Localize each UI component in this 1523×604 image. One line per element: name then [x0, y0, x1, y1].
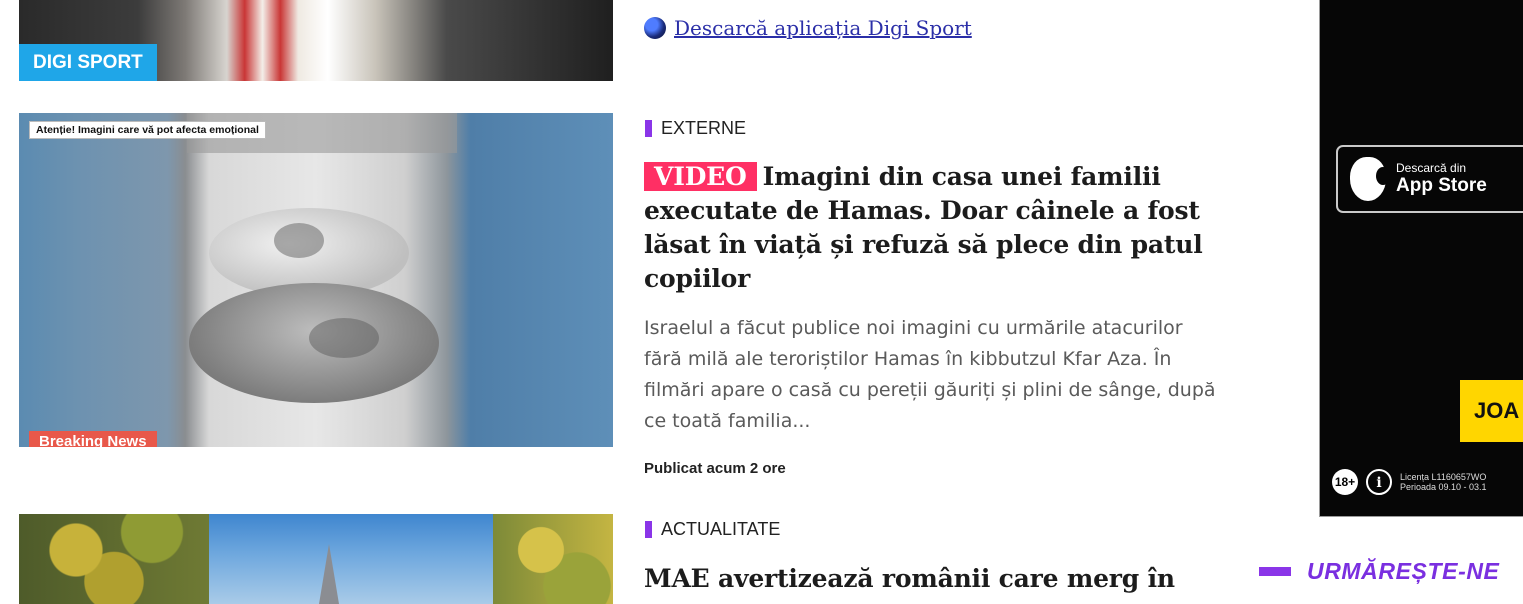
article-3-thumbnail[interactable] [19, 514, 613, 604]
category-marker [645, 120, 652, 137]
category-marker [645, 521, 652, 538]
age-18-icon: 18+ [1332, 469, 1358, 495]
download-app-label: Descarcă aplicația Digi Sport [674, 16, 972, 40]
thumb-stain [309, 318, 379, 358]
download-digi-sport-app-link[interactable]: Descarcă aplicația Digi Sport [644, 16, 972, 40]
app-store-button[interactable]: Descarcă din App Store [1336, 145, 1523, 213]
category-label: EXTERNE [661, 118, 747, 138]
info-icon: i [1366, 469, 1392, 495]
thumb-spire [319, 544, 339, 604]
thumb-tree [19, 514, 209, 604]
apple-icon [1350, 157, 1390, 201]
app-store-big-label: App Store [1396, 175, 1487, 196]
digi-sport-badge: DIGI SPORT [19, 44, 157, 81]
app-store-small-label: Descarcă din [1396, 161, 1467, 175]
published-time: Publicat acum 2 ore [644, 460, 786, 477]
category-externe[interactable]: EXTERNE [645, 118, 746, 139]
thumb-tree [493, 514, 613, 604]
follow-us-label: URMĂREȘTE-NE [1307, 558, 1500, 584]
emotional-warning-label: Atenție! Imagini care vă pot afecta emoț… [29, 121, 266, 139]
article-3-headline[interactable]: MAE avertizează românii care merg în [644, 562, 1204, 596]
ad-license-row: 18+ i Licența L1160657WO Perioada 09.10 … [1332, 469, 1520, 495]
article-2-summary: Israelul a făcut publice noi imagini cu … [644, 317, 1216, 432]
sidebar-ad[interactable]: Descarcă din App Store JOA 18+ i Licența… [1319, 0, 1523, 517]
category-actualitate[interactable]: ACTUALITATE [645, 519, 780, 540]
digi-app-icon [644, 17, 666, 39]
video-tag: VIDEO [644, 162, 757, 191]
breaking-news-label: Breaking News [29, 431, 157, 447]
license-text: Licența L1160657WO Perioada 09.10 - 03.1 [1400, 472, 1487, 492]
ad-cta-button[interactable]: JOA [1460, 380, 1523, 442]
category-label: ACTUALITATE [661, 519, 781, 539]
article-2-thumbnail[interactable]: Atenție! Imagini care vă pot afecta emoț… [19, 113, 613, 447]
thumb-stain [274, 223, 324, 258]
follow-us-heading: URMĂREȘTE-NE [1259, 558, 1499, 585]
follow-us-marker [1259, 567, 1291, 576]
article-2-headline[interactable]: VIDEO Imagini din casa unei familii execu… [644, 160, 1204, 296]
